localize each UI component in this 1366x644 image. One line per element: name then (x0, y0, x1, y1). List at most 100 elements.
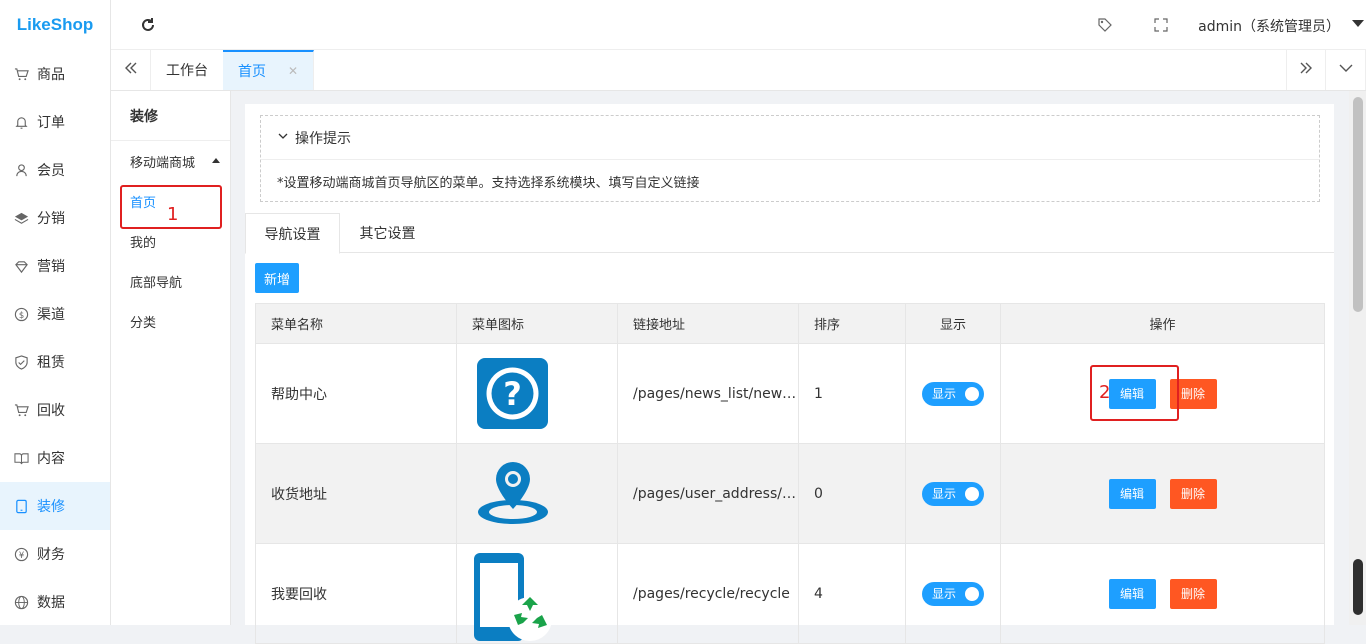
user-icon (14, 163, 29, 178)
subnav-item-category[interactable]: 分类 (111, 301, 230, 341)
menu-name-cell: 我要回收 (256, 544, 457, 644)
sidebar-item-label: 营销 (37, 256, 65, 276)
show-toggle[interactable]: 显示 (922, 382, 984, 406)
subnav-item-bottom-nav[interactable]: 底部导航 (111, 261, 230, 301)
delete-button[interactable]: 删除 (1170, 479, 1217, 509)
sidebar-item-decoration[interactable]: 装修 (0, 482, 110, 530)
bell-icon (14, 115, 29, 130)
tab-label: 工作台 (166, 60, 208, 80)
sidebar-item-label: 商品 (37, 64, 65, 84)
column-header: 菜单图标 (457, 304, 618, 344)
location-icon (477, 460, 549, 530)
toggle-label: 显示 (932, 485, 956, 502)
diamond-icon (14, 259, 29, 274)
page-tabs: 导航设置 其它设置 (245, 213, 1334, 253)
subnav-group-label: 移动端商城 (130, 152, 195, 171)
sidebar-item-label: 分销 (37, 208, 65, 228)
column-header: 链接地址 (618, 304, 799, 344)
toggle-knob (965, 587, 979, 601)
show-cell: 显示 (906, 544, 1001, 644)
edit-button[interactable]: 编辑 (1109, 479, 1156, 509)
scroll-left-button[interactable] (111, 50, 151, 90)
sidebar-item-distribution[interactable]: 分销 (0, 194, 110, 242)
sidebar-item-label: 内容 (37, 448, 65, 468)
dollar-icon: $ (14, 307, 29, 322)
column-header: 排序 (799, 304, 906, 344)
sidebar-item-recycle[interactable]: 回收 (0, 386, 110, 434)
fullscreen-icon[interactable] (1153, 17, 1169, 33)
caret-down-icon[interactable] (1352, 20, 1364, 27)
double-chevron-left-icon (123, 60, 139, 80)
menu-icon-cell (457, 544, 618, 644)
scroll-right-button[interactable] (1286, 50, 1326, 90)
tips-body: *设置移动端商城首页导航区的菜单。支持选择系统模块、填写自定义链接 (261, 160, 1319, 202)
sidebar-item-label: 装修 (37, 496, 65, 516)
sidebar-item-label: 订单 (37, 112, 65, 132)
scrollbar-indicator (1353, 559, 1363, 615)
menu-name-cell: 收货地址 (256, 444, 457, 544)
sidebar-item-marketing[interactable]: 营销 (0, 242, 110, 290)
recycle-phone-icon (472, 553, 554, 644)
tab-home[interactable]: 首页 ✕ (223, 50, 314, 90)
cart-icon (14, 403, 29, 418)
sidebar: LikeShop 商品 订单 会员 分销 营销 $ 渠道 租赁 回收 内容 装修… (0, 0, 111, 625)
menu-name-cell: 帮助中心 (256, 344, 457, 444)
sidebar-item-content[interactable]: 内容 (0, 434, 110, 482)
tab-bar: 工作台 首页 ✕ (111, 50, 1366, 91)
sidebar-item-label: 会员 (37, 160, 65, 180)
column-header: 显示 (906, 304, 1001, 344)
sidebar-item-orders[interactable]: 订单 (0, 98, 110, 146)
show-toggle[interactable]: 显示 (922, 582, 984, 606)
menu-icon-cell: ? (457, 344, 618, 444)
order-cell: 0 (799, 444, 906, 544)
svg-text:¥: ¥ (19, 549, 25, 559)
scrollbar-thumb[interactable] (1353, 97, 1363, 312)
globe-icon (14, 595, 29, 610)
layers-icon (14, 211, 29, 226)
book-icon (14, 451, 29, 466)
sidebar-item-label: 租赁 (37, 352, 65, 372)
actions-cell: 编辑删除 (1001, 444, 1325, 544)
page-scrollbar[interactable] (1349, 91, 1366, 625)
show-toggle[interactable]: 显示 (922, 482, 984, 506)
tab-options-button[interactable] (1326, 50, 1366, 90)
tab-label: 首页 (238, 61, 266, 81)
actions-cell: 编辑删除 (1001, 544, 1325, 644)
tips-header[interactable]: 操作提示 (261, 116, 1319, 160)
yen-icon: ¥ (14, 547, 29, 562)
subnav-title: 装修 (111, 91, 230, 141)
annotation-number-1: 1 (167, 204, 178, 225)
svg-text:$: $ (19, 309, 24, 319)
table-header-row: 菜单名称 菜单图标 链接地址 排序 显示 操作 (256, 304, 1325, 344)
sidebar-item-lease[interactable]: 租赁 (0, 338, 110, 386)
logo: LikeShop (0, 0, 110, 50)
add-button[interactable]: 新增 (255, 263, 299, 293)
shield-icon (14, 355, 29, 370)
delete-button[interactable]: 删除 (1170, 579, 1217, 609)
edit-button[interactable]: 编辑 (1109, 579, 1156, 609)
sidebar-item-goods[interactable]: 商品 (0, 50, 110, 98)
chevron-down-icon (1338, 60, 1354, 80)
sidebar-item-data[interactable]: 数据 (0, 578, 110, 626)
sidebar-item-channels[interactable]: $ 渠道 (0, 290, 110, 338)
subnav-group-mobile-mall[interactable]: 移动端商城 (111, 141, 230, 181)
close-icon[interactable]: ✕ (288, 64, 298, 78)
sidebar-item-members[interactable]: 会员 (0, 146, 110, 194)
tab-other-settings[interactable]: 其它设置 (340, 213, 435, 253)
tab-nav-settings[interactable]: 导航设置 (245, 213, 340, 254)
sidebar-item-label: 回收 (37, 400, 65, 420)
tag-icon[interactable] (1097, 17, 1113, 33)
sidebar-item-finance[interactable]: ¥ 财务 (0, 530, 110, 578)
chevron-down-icon (277, 130, 289, 145)
column-header: 操作 (1001, 304, 1325, 344)
admin-user-menu[interactable]: admin（系统管理员） (1198, 16, 1340, 36)
refresh-icon[interactable] (139, 16, 157, 34)
show-cell: 显示 (906, 344, 1001, 444)
link-cell: /pages/user_address/user_address (618, 444, 799, 544)
sidebar-item-label: 财务 (37, 544, 65, 564)
toggle-label: 显示 (932, 385, 956, 402)
table-row: 收货地址 /pages/user_address/user_address 0 … (256, 444, 1325, 544)
sidebar-item-label: 数据 (37, 592, 65, 612)
double-chevron-right-icon (1298, 60, 1314, 80)
tab-workbench[interactable]: 工作台 (151, 50, 224, 90)
